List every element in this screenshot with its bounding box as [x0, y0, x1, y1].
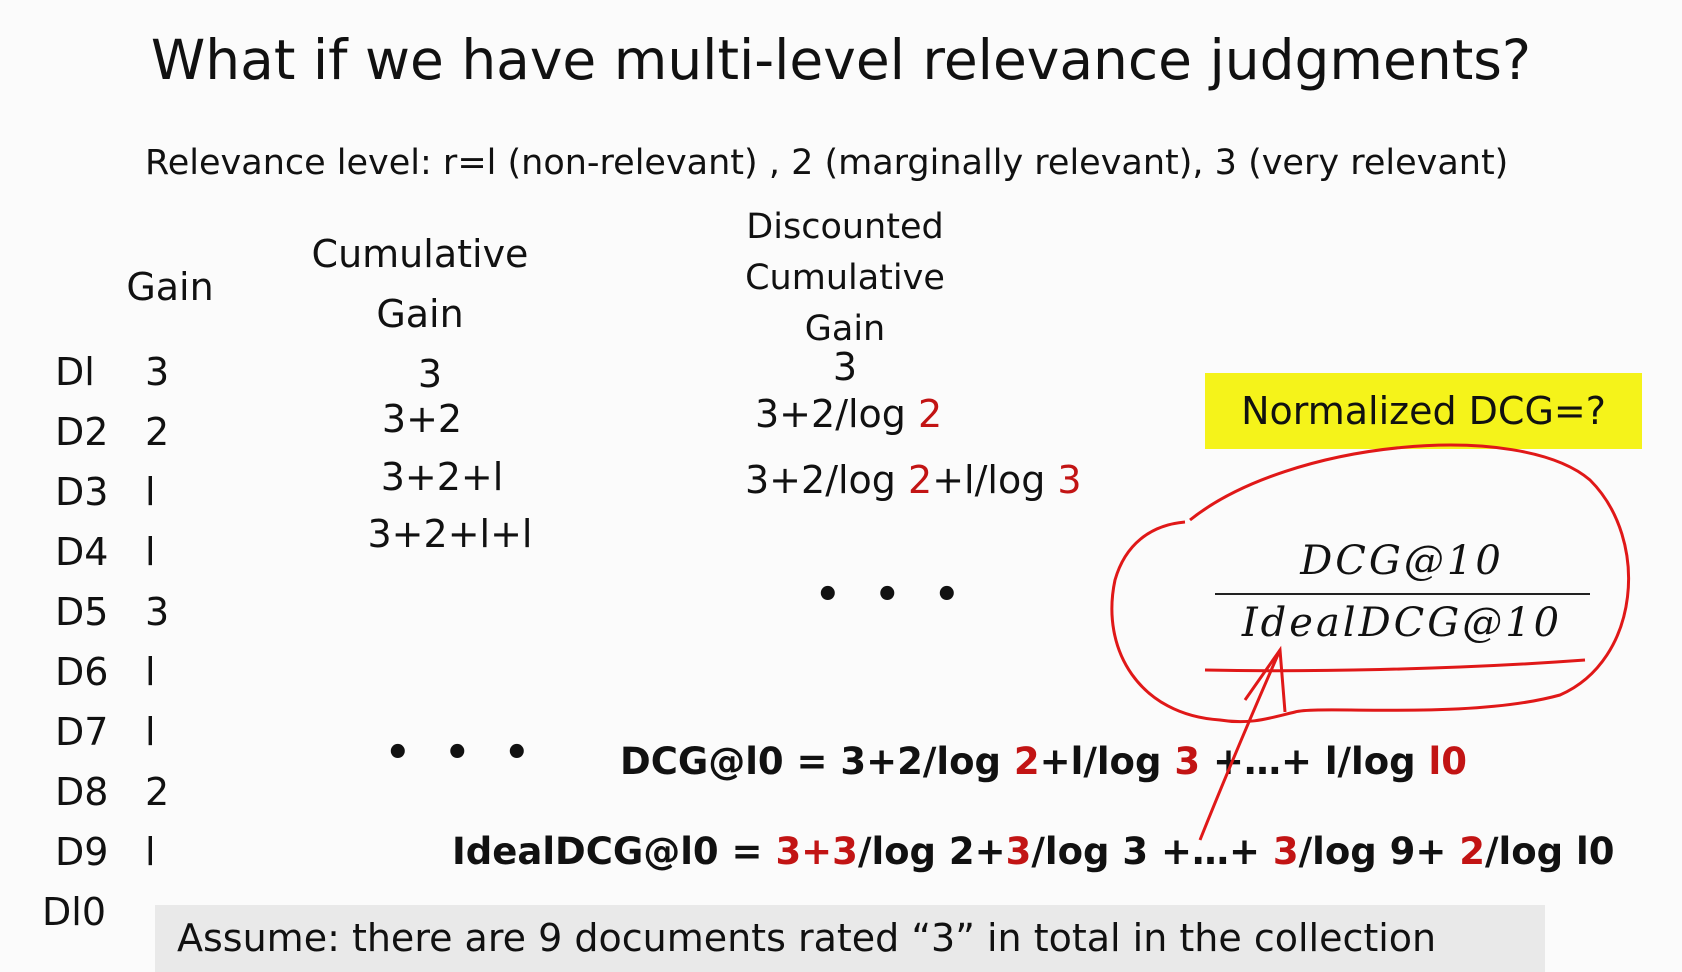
doc-id: D4: [55, 530, 109, 574]
doc-id: D8: [55, 770, 109, 814]
fraction-bar: [1215, 593, 1590, 595]
ndcg-highlight: Normalized DCG=?: [1205, 373, 1642, 449]
cg-value: 3+2+l: [380, 455, 504, 499]
dcg-header-line3: Gain: [804, 309, 886, 349]
cg-value: 3: [417, 352, 443, 396]
doc-gain: l: [145, 470, 156, 514]
cg-value: 3+2+l+l: [367, 512, 533, 556]
doc-id: D2: [55, 410, 109, 454]
gain-header: Gain: [126, 265, 214, 309]
doc-id: Dl0: [42, 890, 106, 934]
fraction-numerator: DCG@10: [1300, 538, 1504, 584]
slide-title: What if we have multi-level relevance ju…: [150, 28, 1532, 92]
dcg-value-row3: 3+2/log 2+l/log 3: [745, 458, 1082, 502]
ink-arrow-head: [1243, 645, 1287, 713]
doc-id: D6: [55, 650, 109, 694]
dcg10-equation: DCG@l0 = 3+2/log 2+l/log 3 +…+ l/log l0: [620, 740, 1467, 783]
doc-id: D3: [55, 470, 109, 514]
doc-gain: l: [145, 530, 156, 574]
doc-id: D9: [55, 830, 109, 874]
doc-gain: 2: [145, 770, 170, 814]
dcg-header-line1: Discounted: [746, 207, 944, 247]
dcg-ellipsis: • • •: [815, 572, 970, 618]
cumulative-gain-header-line2: Gain: [376, 292, 464, 336]
doc-gain: l: [145, 710, 156, 754]
fraction-denominator: IdealDCG@10: [1241, 600, 1563, 646]
cumulative-gain-header-line1: Cumulative: [311, 232, 529, 276]
slide: What if we have multi-level relevance ju…: [0, 0, 1682, 972]
doc-gain: 3: [145, 590, 170, 634]
doc-id: D5: [55, 590, 109, 634]
dcg-value-row1: 3: [832, 345, 858, 389]
doc-gain: l: [145, 650, 156, 694]
relevance-levels: Relevance level: r=l (non-relevant) , 2 …: [145, 143, 1509, 183]
ink-underline: [1204, 658, 1586, 673]
doc-id: D7: [55, 710, 109, 754]
doc-gain: 3: [145, 350, 170, 394]
cg-ellipsis: • • •: [385, 730, 540, 776]
cg-value: 3+2: [381, 397, 463, 441]
doc-id: Dl: [55, 350, 95, 394]
dcg-header-line2: Cumulative: [745, 258, 945, 298]
ideal-dcg-equation: IdealDCG@l0 = 3+3/log 2+3/log 3 +…+ 3/lo…: [452, 830, 1615, 873]
doc-gain: l: [145, 830, 156, 874]
dcg-value-row2: 3+2/log 2: [755, 392, 943, 436]
assumption-note: Assume: there are 9 documents rated “3” …: [155, 905, 1545, 972]
doc-gain: 2: [145, 410, 170, 454]
